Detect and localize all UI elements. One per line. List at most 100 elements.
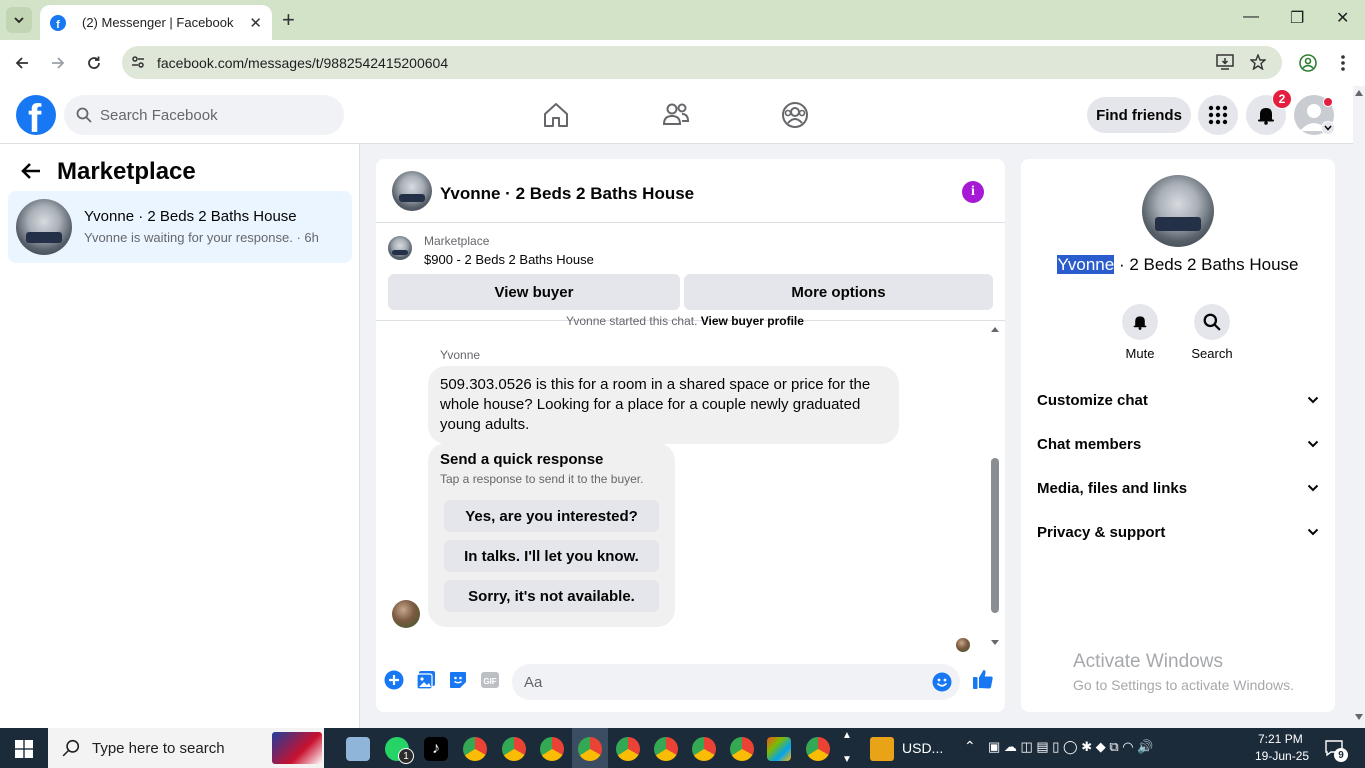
arrow-right-icon bbox=[52, 57, 65, 69]
chrome-icon[interactable] bbox=[463, 737, 487, 761]
find-friends-button[interactable]: Find friends bbox=[1087, 97, 1191, 133]
address-bar[interactable]: facebook.com/messages/t/9882542415200604 bbox=[122, 46, 1282, 79]
scroll-down-icon[interactable] bbox=[1355, 714, 1363, 720]
forward-button[interactable] bbox=[45, 50, 71, 76]
media-files-links-row[interactable]: Media, files and links bbox=[1037, 466, 1319, 510]
install-app-icon[interactable] bbox=[1216, 54, 1234, 70]
scroll-up-icon[interactable] bbox=[1355, 90, 1363, 96]
facebook-logo-icon[interactable]: f bbox=[16, 95, 56, 135]
chevron-down-icon bbox=[1307, 396, 1319, 404]
chat-started-note: Yvonne started this chat. View buyer pro… bbox=[566, 314, 804, 328]
facebook-search-input[interactable]: Search Facebook bbox=[64, 95, 344, 135]
chrome-active-icon[interactable] bbox=[578, 737, 602, 761]
chevron-down-icon bbox=[1307, 484, 1319, 492]
quick-reply-in-talks[interactable]: In talks. I'll let you know. bbox=[444, 540, 659, 572]
emoji-icon[interactable] bbox=[932, 672, 952, 692]
svg-text:GIF: GIF bbox=[483, 677, 496, 686]
facebook-header: f Search Facebook Find friends bbox=[0, 86, 1365, 144]
tray-icons[interactable]: ▣ ☁ ◫ ▤ ▯ ◯ ✱ ◆ ⧉ ◠ 🔊 bbox=[988, 739, 1153, 755]
activate-windows-subtitle: Go to Settings to activate Windows. bbox=[1073, 677, 1294, 693]
scroll-up-icon[interactable] bbox=[990, 325, 1000, 333]
like-thumb-icon[interactable] bbox=[972, 668, 994, 690]
message-composer: GIF Aa bbox=[376, 656, 1005, 712]
scroll-down-icon[interactable] bbox=[990, 639, 1000, 647]
chrome-profile-3-icon[interactable] bbox=[540, 737, 564, 761]
browser-tab[interactable]: f (2) Messenger | Facebook ✕ bbox=[40, 5, 272, 40]
chat-details-panel: Yvonne · 2 Beds 2 Baths House Mute Searc… bbox=[1021, 159, 1335, 712]
site-settings-icon[interactable] bbox=[130, 54, 146, 70]
privacy-support-row[interactable]: Privacy & support bbox=[1037, 510, 1319, 554]
mute-button[interactable]: Mute bbox=[1110, 304, 1170, 361]
plus-circle-icon[interactable] bbox=[384, 670, 404, 690]
sender-avatar[interactable] bbox=[392, 600, 420, 628]
message-input[interactable]: Aa bbox=[512, 664, 960, 700]
listing-price: $900 - 2 Beds 2 Baths House bbox=[424, 252, 594, 267]
media-files-links-label: Media, files and links bbox=[1037, 479, 1188, 497]
conversation-item[interactable]: Yvonne · 2 Beds 2 Baths House Yvonne is … bbox=[8, 191, 352, 263]
back-button[interactable] bbox=[9, 50, 35, 76]
chat-scroll-thumb[interactable] bbox=[991, 458, 999, 613]
windows-start-icon[interactable] bbox=[15, 740, 33, 758]
mute-label: Mute bbox=[1125, 346, 1155, 361]
friends-icon[interactable] bbox=[661, 100, 691, 130]
clock-time[interactable]: 7:21 PM bbox=[1258, 732, 1303, 746]
taskbar-search[interactable]: Type here to search bbox=[48, 728, 324, 768]
tiktok-icon[interactable]: ♪ bbox=[424, 737, 448, 761]
home-icon[interactable] bbox=[541, 100, 571, 130]
tab-search-button[interactable] bbox=[6, 7, 32, 33]
show-hidden-icons-icon[interactable]: ⌃ bbox=[964, 738, 976, 755]
quick-reply-not-available[interactable]: Sorry, it's not available. bbox=[444, 580, 659, 612]
chrome-profile-8-icon[interactable] bbox=[730, 737, 754, 761]
arrow-left-icon bbox=[15, 57, 28, 69]
activate-windows-watermark: Activate Windows Go to Settings to activ… bbox=[1073, 651, 1294, 693]
taskbar-scroll-up-icon[interactable]: ▲ bbox=[842, 730, 852, 741]
chrome-profile-7-icon[interactable] bbox=[692, 737, 716, 761]
sticker-icon[interactable] bbox=[448, 670, 468, 690]
account-chevron-icon[interactable] bbox=[1321, 121, 1335, 135]
page-scrollbar[interactable] bbox=[1353, 86, 1365, 728]
chat-title[interactable]: Yvonne · 2 Beds 2 Baths House bbox=[440, 184, 694, 204]
taskbar-scroll-down-icon[interactable]: ▼ bbox=[842, 754, 852, 765]
microsoft-365-icon[interactable] bbox=[767, 737, 791, 761]
quick-reply-interested[interactable]: Yes, are you interested? bbox=[444, 500, 659, 532]
groups-icon[interactable] bbox=[780, 100, 810, 130]
chrome-profile-2-icon[interactable] bbox=[502, 737, 526, 761]
search-highlight-image bbox=[272, 732, 322, 764]
windows-taskbar: Type here to search 1 ♪ ▲ ▼ USD... ⌃ ▣ ☁… bbox=[0, 728, 1365, 768]
chat-members-row[interactable]: Chat members bbox=[1037, 422, 1319, 466]
reload-button[interactable] bbox=[81, 50, 107, 76]
customize-chat-row[interactable]: Customize chat bbox=[1037, 378, 1319, 422]
search-conversation-button[interactable]: Search bbox=[1182, 304, 1242, 361]
gif-icon[interactable]: GIF bbox=[480, 670, 500, 690]
currency-widget-text[interactable]: USD... bbox=[902, 740, 943, 756]
details-avatar bbox=[1142, 175, 1214, 247]
bookmark-star-icon[interactable] bbox=[1250, 54, 1266, 70]
sender-name: Yvonne bbox=[440, 348, 481, 362]
taskbar-app-1-icon[interactable] bbox=[346, 737, 370, 761]
menu-button[interactable] bbox=[1198, 95, 1238, 135]
new-tab-button[interactable]: + bbox=[282, 9, 295, 31]
message-bubble: 509.303.0526 is this for a room in a sha… bbox=[428, 366, 899, 444]
clock-date[interactable]: 19-Jun-25 bbox=[1255, 749, 1309, 763]
chrome-profile-6-icon[interactable] bbox=[654, 737, 678, 761]
minimize-button[interactable]: — bbox=[1243, 8, 1259, 26]
view-buyer-profile-link[interactable]: View buyer profile bbox=[701, 314, 804, 328]
close-window-button[interactable]: ✕ bbox=[1336, 8, 1349, 28]
back-arrow-icon[interactable] bbox=[20, 160, 42, 182]
restore-button[interactable]: ❐ bbox=[1290, 8, 1304, 28]
more-options-button[interactable]: More options bbox=[684, 274, 993, 310]
chevron-down-icon bbox=[14, 17, 24, 24]
chrome-profile-9-icon[interactable] bbox=[806, 737, 830, 761]
browser-menu-icon[interactable] bbox=[1340, 54, 1346, 72]
view-buyer-button[interactable]: View buyer bbox=[388, 274, 680, 310]
profile-icon[interactable] bbox=[1299, 54, 1317, 72]
photo-icon[interactable] bbox=[416, 670, 436, 690]
whatsapp-badge: 1 bbox=[398, 748, 414, 764]
info-icon[interactable]: i bbox=[962, 181, 984, 203]
chat-avatar[interactable] bbox=[392, 171, 432, 211]
details-title-rest: · 2 Beds 2 Baths House bbox=[1114, 255, 1299, 274]
chrome-profile-5-icon[interactable] bbox=[616, 737, 640, 761]
currency-widget-icon[interactable] bbox=[870, 737, 894, 761]
search-label: Search bbox=[1191, 346, 1233, 361]
close-tab-icon[interactable]: ✕ bbox=[249, 14, 262, 32]
